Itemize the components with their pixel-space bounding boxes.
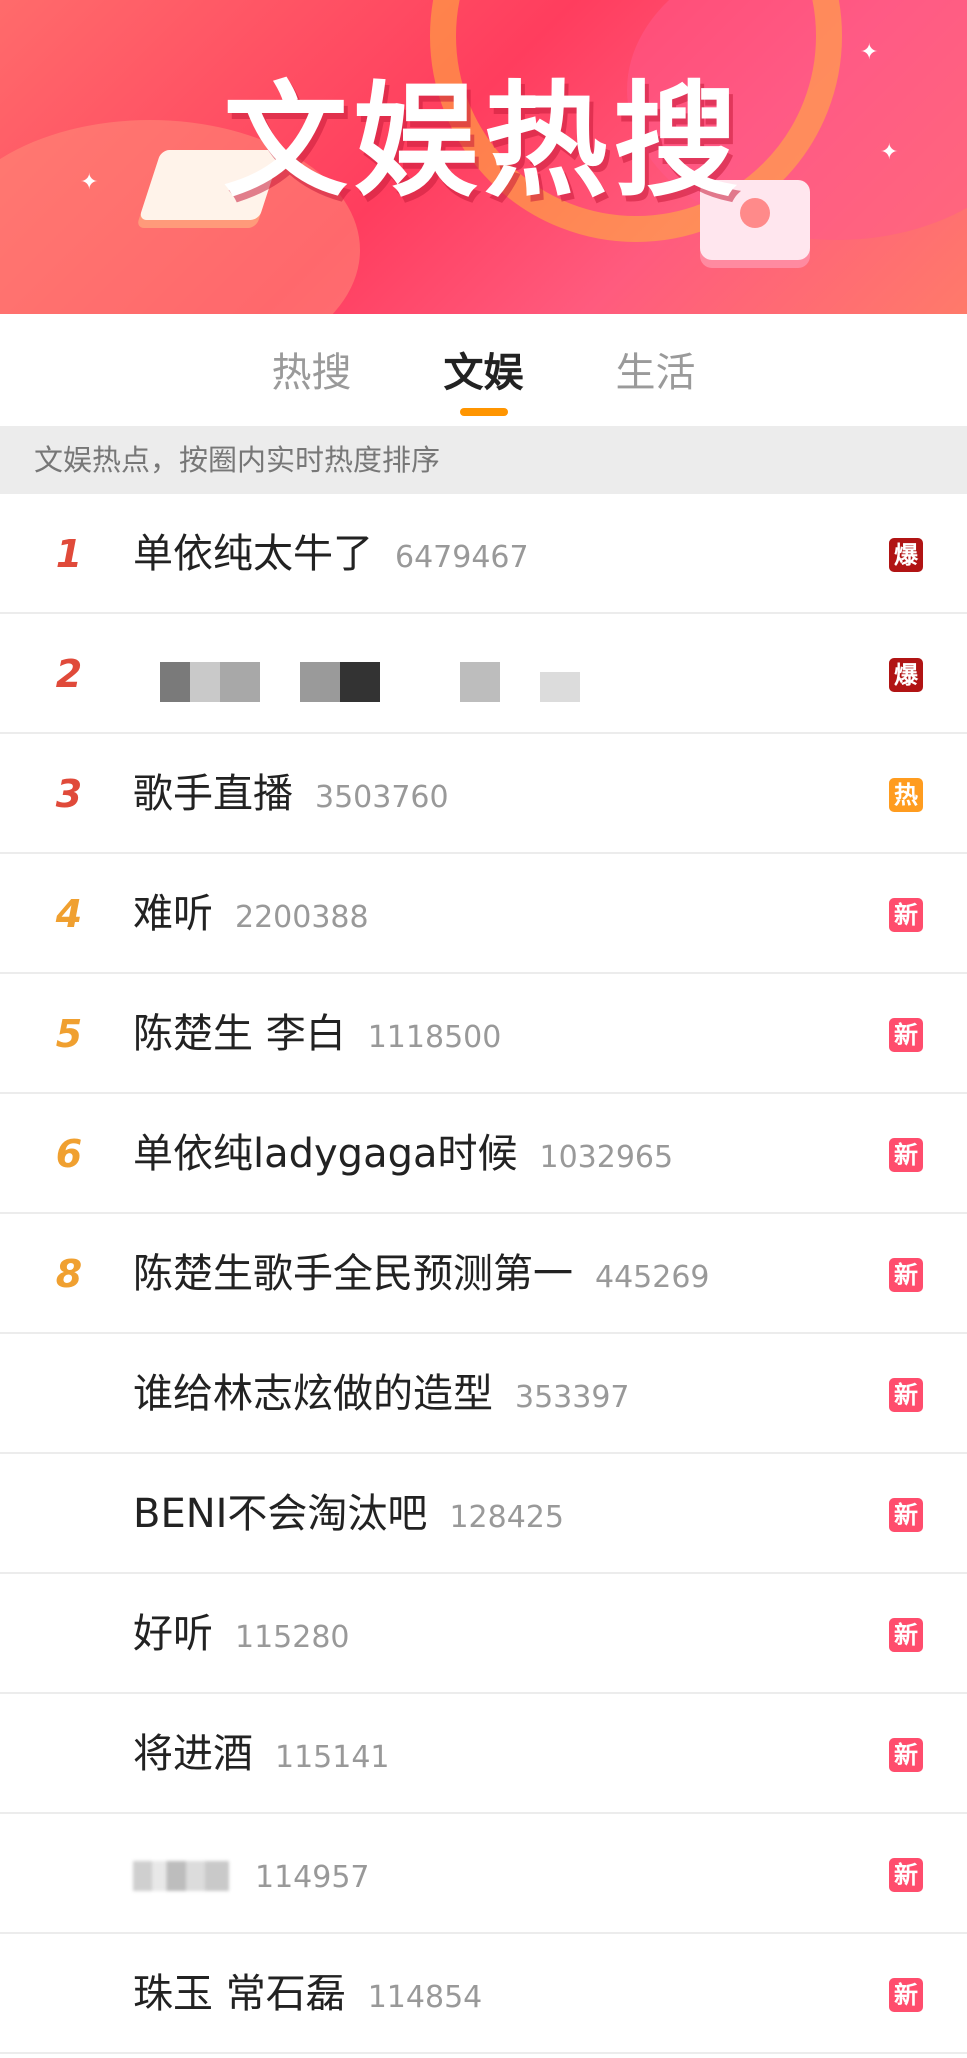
active-tab-indicator xyxy=(459,408,508,416)
blurred-title xyxy=(160,662,580,702)
status-badge: 新 xyxy=(889,1378,923,1412)
topic-title: 好听 115280 xyxy=(133,1574,350,1698)
status-badge: 新 xyxy=(889,1978,923,2012)
topic-title: 单依纯太牛了 6479467 xyxy=(133,494,529,618)
tab-life[interactable]: 生活 xyxy=(610,314,702,426)
heat-count: 445269 xyxy=(595,1260,710,1295)
status-badge: 新 xyxy=(889,1738,923,1772)
list-item[interactable]: BENI不会淘汰吧 128425 新 xyxy=(0,1454,967,1574)
heat-count: 115141 xyxy=(275,1740,390,1775)
topic-text: 歌手直播 xyxy=(133,771,293,817)
status-badge: 爆 xyxy=(889,658,923,692)
list-item[interactable]: 好听 115280 新 xyxy=(0,1574,967,1694)
list-item[interactable]: 谁给林志炫做的造型 353397 新 xyxy=(0,1334,967,1454)
list-item[interactable]: 珠玉 常石磊 114854 新 xyxy=(0,1934,967,2054)
topic-text: 陈楚生 李白 xyxy=(133,1011,346,1057)
topic-title: 将进酒 115141 xyxy=(133,1694,390,1818)
list-item[interactable]: 2爆 xyxy=(0,614,967,734)
topic-text: 难听 xyxy=(133,891,213,937)
list-description: 文娱热点，按圈内实时热度排序 xyxy=(0,426,967,494)
topic-title: 114957 xyxy=(133,1814,370,1938)
status-badge: 新 xyxy=(889,1498,923,1532)
rank-number: 3 xyxy=(55,772,83,816)
list-item[interactable]: 4 难听 2200388 新 xyxy=(0,854,967,974)
rank-number: 5 xyxy=(55,1012,83,1056)
heat-count: 3503760 xyxy=(315,780,449,815)
blurred-title xyxy=(133,1861,229,1891)
topic-text: 陈楚生歌手全民预测第一 xyxy=(133,1251,573,1297)
topic-title: 歌手直播 3503760 xyxy=(133,734,449,858)
tab-hot-search[interactable]: 热搜 xyxy=(266,314,358,426)
heat-count: 114854 xyxy=(367,1980,483,2015)
heat-count: 6479467 xyxy=(395,540,529,575)
topic-title: 珠玉 常石磊 114854 xyxy=(133,1934,482,2058)
status-badge: 爆 xyxy=(889,538,923,572)
heat-count: 1118500 xyxy=(367,1020,502,1055)
heat-count: 114957 xyxy=(255,1860,370,1895)
heat-count: 128425 xyxy=(449,1500,564,1535)
category-tabs: 热搜 文娱 生活 xyxy=(0,314,967,426)
topic-title: 陈楚生歌手全民预测第一 445269 xyxy=(133,1214,710,1338)
list-item[interactable]: 5 陈楚生 李白 1118500 新 xyxy=(0,974,967,1094)
topic-text: 谁给林志炫做的造型 xyxy=(133,1371,493,1417)
rank-number: 6 xyxy=(55,1132,83,1176)
tab-label: 文娱 xyxy=(443,350,524,396)
tab-label: 生活 xyxy=(615,350,696,396)
topic-text: 好听 xyxy=(133,1611,213,1657)
status-badge: 新 xyxy=(889,1258,923,1292)
topic-title: 难听 2200388 xyxy=(133,854,369,978)
list-item[interactable]: 3 歌手直播 3503760 热 xyxy=(0,734,967,854)
banner: ✦ ✦ ✦ 文娱热搜 xyxy=(0,0,967,314)
rank-number: 8 xyxy=(55,1252,83,1296)
status-badge: 新 xyxy=(889,1858,923,1892)
topic-text: 珠玉 常石磊 xyxy=(133,1971,346,2017)
topic-text: 单依纯ladygaga时候 xyxy=(133,1131,518,1177)
heat-count: 1032965 xyxy=(539,1140,674,1175)
status-badge: 新 xyxy=(889,1138,923,1172)
tab-entertainment[interactable]: 文娱 xyxy=(438,314,530,426)
topic-title: 谁给林志炫做的造型 353397 xyxy=(133,1334,630,1458)
heat-count: 115280 xyxy=(235,1620,350,1655)
status-badge: 新 xyxy=(889,898,923,932)
banner-title: 文娱热搜 xyxy=(223,70,744,214)
status-badge: 新 xyxy=(889,1618,923,1652)
list-item[interactable]: 1 单依纯太牛了 6479467 爆 xyxy=(0,494,967,614)
topic-text: 单依纯太牛了 xyxy=(133,531,373,577)
hot-search-list: 1 单依纯太牛了 6479467 爆 2 爆 3 歌手直播 3503760 热 4 难听 2200388… xyxy=(0,494,967,2054)
topic-text: BENI不会淘汰吧 xyxy=(133,1491,428,1537)
list-item[interactable]: 114957 新 xyxy=(0,1814,967,1934)
rank-number: 4 xyxy=(55,892,83,936)
status-badge: 新 xyxy=(889,1018,923,1052)
list-item[interactable]: 6 单依纯ladygaga时候 1032965 新 xyxy=(0,1094,967,1214)
topic-title: BENI不会淘汰吧 128425 xyxy=(133,1454,564,1578)
rank-number: 1 xyxy=(55,532,83,576)
heat-count: 2200388 xyxy=(235,900,369,935)
list-item[interactable]: 8 陈楚生歌手全民预测第一 445269 新 xyxy=(0,1214,967,1334)
topic-title: 单依纯ladygaga时候 1032965 xyxy=(133,1094,673,1218)
topic-text: 将进酒 xyxy=(133,1731,253,1777)
status-badge: 热 xyxy=(889,778,923,812)
rank-number: 2 xyxy=(55,652,83,696)
topic-title: 陈楚生 李白 1118500 xyxy=(133,974,501,1098)
tab-label: 热搜 xyxy=(271,350,352,396)
list-item[interactable]: 将进酒 115141 新 xyxy=(0,1694,967,1814)
heat-count: 353397 xyxy=(515,1380,630,1415)
